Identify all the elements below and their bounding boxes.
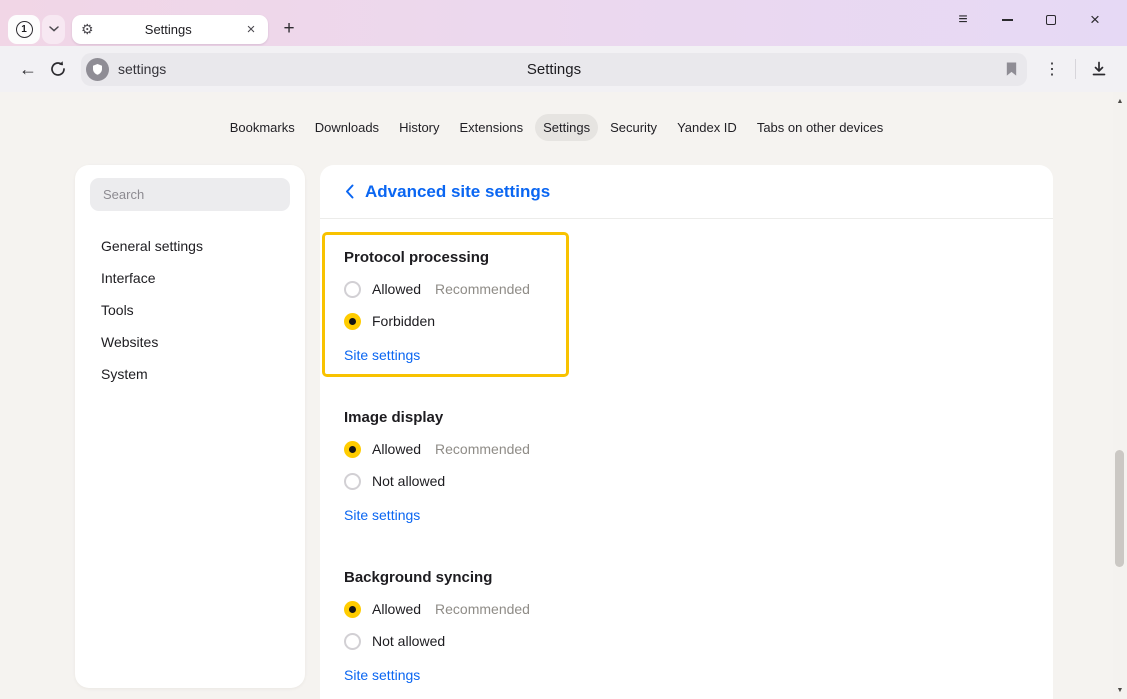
site-settings-link[interactable]: Site settings [344, 666, 420, 684]
scroll-down-arrow[interactable]: ▼ [1113, 683, 1127, 697]
settings-sidebar: General settings Interface Tools Website… [75, 165, 305, 688]
radio-button[interactable] [344, 633, 361, 650]
radio-row-forbidden[interactable]: Forbidden [344, 305, 1029, 337]
tab-counter-badge: 1 [16, 21, 33, 38]
panel-header: Advanced site settings [320, 165, 1053, 219]
section-title: Background syncing [344, 569, 1029, 587]
minimize-button[interactable] [985, 0, 1029, 40]
section-title: Protocol processing [344, 249, 1029, 267]
top-nav-item-history[interactable]: History [391, 114, 447, 141]
bookmark-icon [1004, 60, 1019, 78]
top-nav-item-downloads[interactable]: Downloads [307, 114, 387, 141]
sidebar-item-system[interactable]: System [101, 358, 305, 390]
radio-label[interactable]: Allowed [372, 281, 421, 297]
browser-toolbar: ← settings Settings ⋮ [0, 46, 1127, 92]
advanced-site-settings-panel: Advanced site settings Protocol processi… [320, 165, 1053, 699]
page-title: Settings [527, 61, 581, 78]
top-nav-item-yandex-id[interactable]: Yandex ID [669, 114, 745, 141]
chevron-down-icon [49, 26, 59, 32]
tab-group-control: 1 [8, 15, 65, 44]
download-icon [1090, 60, 1108, 78]
recommended-note: Recommended [435, 601, 530, 617]
refresh-icon [49, 60, 67, 78]
radio-button[interactable] [344, 281, 361, 298]
downloads-button[interactable] [1084, 54, 1114, 84]
top-nav-item-extensions[interactable]: Extensions [452, 114, 532, 141]
maximize-button[interactable] [1029, 0, 1073, 40]
radio-label[interactable]: Allowed [372, 441, 421, 457]
toolbar-divider [1075, 59, 1076, 79]
radio-label[interactable]: Forbidden [372, 313, 435, 329]
sidebar-item-interface[interactable]: Interface [101, 262, 305, 294]
sidebar-item-general-settings[interactable]: General settings [101, 230, 305, 262]
minimize-icon [1002, 19, 1013, 21]
site-settings-link[interactable]: Site settings [344, 506, 420, 524]
shield-icon [91, 63, 104, 76]
radio-row-not-allowed[interactable]: Not allowed [344, 465, 1029, 497]
url-text: settings [118, 61, 166, 77]
panel-back-title[interactable]: Advanced site settings [365, 182, 550, 202]
radio-row-allowed[interactable]: Allowed Recommended [344, 593, 1029, 625]
radio-label[interactable]: Allowed [372, 601, 421, 617]
recommended-note: Recommended [435, 281, 530, 297]
sidebar-item-tools[interactable]: Tools [101, 294, 305, 326]
radio-button-selected[interactable] [344, 313, 361, 330]
browser-menu-button[interactable]: ≡ [941, 0, 985, 40]
panel-body: Protocol processing Allowed Recommended … [320, 219, 1053, 699]
top-nav-item-bookmarks[interactable]: Bookmarks [222, 114, 303, 141]
chevron-left-icon[interactable] [345, 184, 354, 199]
close-window-button[interactable]: × [1073, 0, 1117, 40]
radio-label[interactable]: Not allowed [372, 633, 445, 649]
recommended-note: Recommended [435, 441, 530, 457]
settings-top-nav: Bookmarks Downloads History Extensions S… [0, 114, 1113, 141]
maximize-icon [1046, 15, 1056, 25]
kebab-menu-icon: ⋮ [1044, 59, 1060, 79]
radio-row-not-allowed[interactable]: Not allowed [344, 625, 1029, 657]
radio-button-selected[interactable] [344, 601, 361, 618]
tab-list-dropdown-button[interactable] [42, 15, 65, 44]
section-image-display: Image display Allowed Recommended Not al… [344, 409, 1029, 525]
radio-button-selected[interactable] [344, 441, 361, 458]
back-button[interactable]: ← [13, 54, 43, 84]
gear-icon: ⚙ [81, 21, 94, 38]
page-scrollbar[interactable]: ▲ ▼ [1113, 92, 1127, 699]
bookmark-button[interactable] [1004, 60, 1019, 83]
new-tab-button[interactable]: + [275, 15, 303, 43]
close-icon: × [1090, 10, 1100, 30]
back-arrow-icon: ← [19, 59, 37, 80]
sidebar-item-websites[interactable]: Websites [101, 326, 305, 358]
browser-tab-settings[interactable]: ⚙ Settings × [72, 15, 268, 44]
toolbar-more-button[interactable]: ⋮ [1037, 54, 1067, 84]
site-settings-link[interactable]: Site settings [344, 346, 420, 364]
top-nav-item-settings[interactable]: Settings [535, 114, 598, 141]
address-bar[interactable]: settings Settings [81, 53, 1027, 86]
radio-row-allowed[interactable]: Allowed Recommended [344, 433, 1029, 465]
window-controls: ≡ × [941, 0, 1117, 40]
radio-row-allowed[interactable]: Allowed Recommended [344, 273, 1029, 305]
tab-counter-button[interactable]: 1 [8, 15, 40, 44]
hamburger-icon: ≡ [958, 11, 967, 29]
tab-close-icon[interactable]: × [243, 21, 259, 38]
top-nav-item-security[interactable]: Security [602, 114, 665, 141]
tab-strip: 1 ⚙ Settings × + [8, 14, 303, 44]
top-nav-item-other-devices[interactable]: Tabs on other devices [749, 114, 891, 141]
section-background-syncing: Background syncing Allowed Recommended N… [344, 569, 1029, 685]
address-bar-left: settings [86, 53, 166, 86]
scrollbar-thumb[interactable] [1115, 450, 1124, 567]
refresh-button[interactable] [43, 54, 73, 84]
search-input[interactable] [90, 178, 290, 211]
site-protect-badge[interactable] [86, 58, 109, 81]
sidebar-list: General settings Interface Tools Website… [75, 230, 305, 390]
window-titlebar: 1 ⚙ Settings × + ≡ × [0, 0, 1127, 46]
settings-page: Bookmarks Downloads History Extensions S… [0, 92, 1113, 699]
section-protocol-processing: Protocol processing Allowed Recommended … [344, 249, 1029, 365]
radio-button[interactable] [344, 473, 361, 490]
scroll-up-arrow[interactable]: ▲ [1113, 94, 1127, 108]
radio-label[interactable]: Not allowed [372, 473, 445, 489]
tab-title: Settings [94, 22, 243, 37]
section-title: Image display [344, 409, 1029, 427]
